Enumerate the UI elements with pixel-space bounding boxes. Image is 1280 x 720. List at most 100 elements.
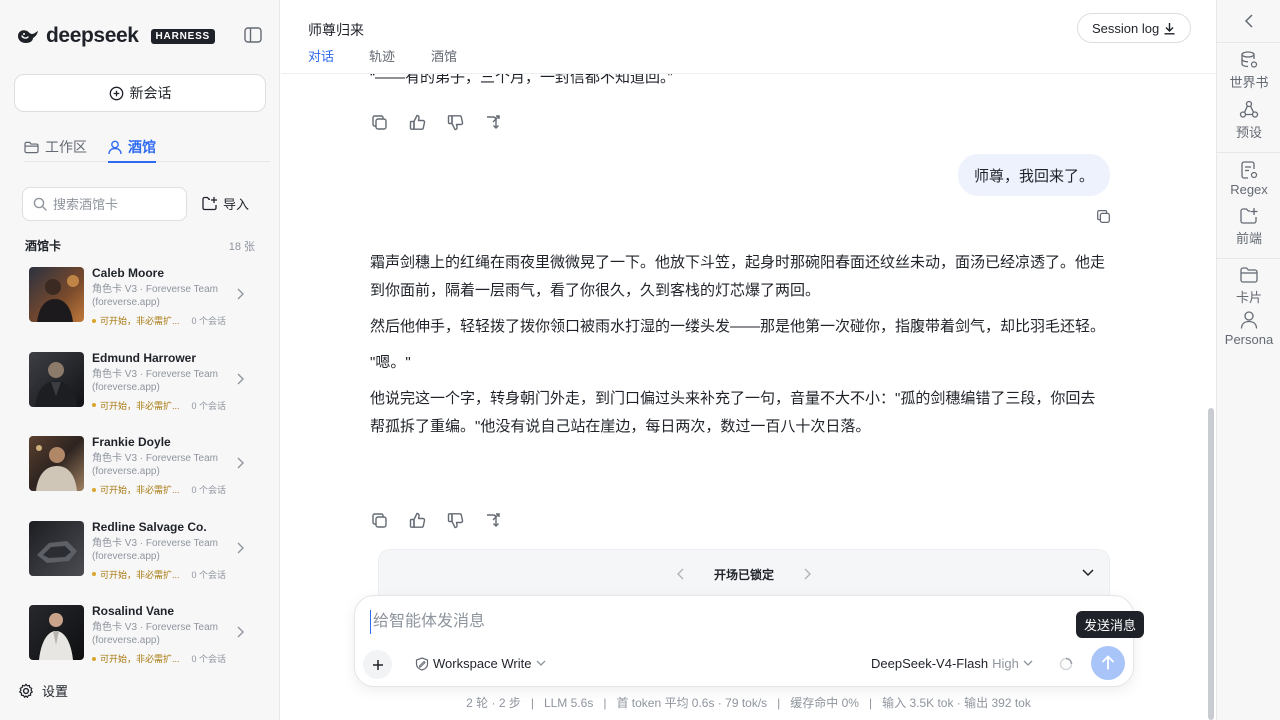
session-log-button[interactable]: Session log: [1077, 13, 1192, 43]
folder-icon: [1240, 267, 1258, 283]
send-tooltip: 发送消息: [1076, 611, 1145, 638]
card-session-count: 0 个会话: [191, 569, 227, 580]
assistant-message: 霜声剑穗上的红绳在雨夜里微微晃了一下。他放下斗笠，起身时那碗阳春面还纹丝未动，面…: [370, 249, 1110, 449]
status-dot: [92, 318, 96, 323]
thumbs-down-button[interactable]: [446, 113, 465, 132]
preset-icon: [1239, 100, 1259, 118]
thumbs-up-button[interactable]: [408, 511, 427, 530]
copy-icon: [372, 115, 387, 130]
card-name: Frankie Doyle: [92, 435, 171, 449]
avatar: [29, 520, 84, 576]
regex-icon: [1241, 161, 1258, 179]
card-session-count: 0 个会话: [191, 654, 227, 664]
rail-item-regex[interactable]: Regex: [1217, 160, 1280, 197]
plus-icon: [372, 659, 383, 670]
assistant-paragraph: "嗯。": [370, 354, 411, 371]
list-item[interactable]: Edmund Harrower 角色卡 V3 · Foreverse Team …: [22, 347, 264, 432]
avatar: [29, 436, 84, 491]
loading-spinner-icon: [1059, 657, 1073, 671]
search-input[interactable]: [53, 196, 173, 212]
mode-dropdown[interactable]: Workspace Write: [415, 656, 546, 671]
settings-label: 设置: [42, 684, 69, 699]
status-dot: [92, 656, 96, 661]
user-icon: [108, 140, 122, 154]
branch-button[interactable]: [484, 113, 503, 132]
chevron-down-icon[interactable]: [1081, 568, 1095, 578]
whale-logo-icon: [18, 30, 38, 43]
sidebar-tabs: 工作区 酒馆: [24, 132, 270, 163]
chevron-left-icon[interactable]: [1243, 14, 1255, 28]
attach-button[interactable]: [363, 650, 392, 679]
sidebar-toggle-icon[interactable]: [244, 27, 262, 43]
send-button[interactable]: [1091, 646, 1125, 680]
stat-separator: |: [530, 696, 534, 710]
folder-icon: [24, 141, 39, 153]
card-name: Rosalind Vane: [92, 604, 175, 618]
rail-item-frontend[interactable]: 前端: [1217, 206, 1280, 247]
chevron-right-icon: [237, 288, 244, 300]
database-icon: [1241, 51, 1258, 68]
import-icon: [202, 196, 217, 211]
rail-item-lorebook[interactable]: 世界书: [1217, 50, 1280, 91]
list-item[interactable]: Redline Salvage Co. 角色卡 V3 · Foreverse T…: [22, 516, 264, 601]
thumbs-up-icon: [409, 114, 426, 130]
stat-separator: |: [777, 696, 781, 710]
message-actions: [370, 113, 503, 132]
person-icon: [1240, 311, 1258, 329]
header-divider-line: [281, 73, 1216, 74]
card-status-text: 可开始，非必需扩...: [100, 485, 180, 495]
chevron-right-icon[interactable]: [803, 568, 811, 580]
stat-separator: |: [868, 696, 873, 710]
rail-item-persona[interactable]: Persona: [1217, 310, 1280, 347]
stat-tokens: 输入 3.5K tok · 输出 392 tok: [882, 696, 1031, 710]
import-button[interactable]: 导入: [202, 194, 249, 213]
session-log-label: Session log: [1092, 20, 1160, 36]
card-status-text: 可开始，非必需扩...: [100, 400, 180, 411]
copy-icon[interactable]: [1095, 208, 1112, 225]
status-dot: [92, 487, 96, 492]
card-meta: 角色卡 V3 · Foreverse Team (foreverse.app): [92, 537, 218, 562]
sidebar: deepseek HARNESS 新会话 工作区 酒馆 搜索酒馆卡 导入 酒馆卡…: [0, 0, 280, 720]
rail-item-label: 世界书: [1229, 75, 1269, 90]
stat-separator: |: [603, 696, 607, 710]
search-icon: [33, 197, 47, 211]
copy-button[interactable]: [370, 113, 389, 132]
tab-workspace[interactable]: 工作区: [24, 132, 87, 162]
new-chat-button[interactable]: 新会话: [14, 74, 266, 112]
brand-name: deepseek: [46, 24, 139, 47]
card-status-text: 可开始，非必需扩...: [100, 654, 180, 664]
chevron-right-icon: [237, 457, 244, 469]
rail-item-preset[interactable]: 预设: [1217, 100, 1280, 141]
user-message-bubble: 师尊，我回来了。: [958, 154, 1111, 196]
card-meta: 角色卡 V3 · Foreverse Team (foreverse.app): [92, 368, 218, 393]
card-name: Redline Salvage Co.: [92, 519, 207, 534]
thumbs-down-button[interactable]: [446, 511, 465, 530]
list-item[interactable]: Rosalind Vane 角色卡 V3 · Foreverse Team (f…: [22, 600, 264, 685]
card-name: Edmund Harrower: [92, 350, 197, 365]
list-item[interactable]: Frankie Doyle 角色卡 V3 · Foreverse Team (f…: [22, 431, 264, 516]
scrollbar-thumb[interactable]: [1208, 408, 1214, 720]
search-field[interactable]: [22, 187, 187, 221]
card-status: 可开始，非必需扩... 0 个会话: [92, 483, 226, 496]
thumbs-up-button[interactable]: [408, 113, 427, 132]
model-dropdown[interactable]: DeepSeek-V4-Flash High: [871, 656, 1033, 671]
avatar: [29, 267, 84, 322]
tab-tavern[interactable]: 酒馆: [108, 132, 156, 163]
card-session-count: 0 个会话: [191, 485, 227, 495]
list-item[interactable]: Caleb Moore 角色卡 V3 · Foreverse Team (for…: [22, 262, 264, 347]
chevron-down-icon: [536, 660, 545, 666]
card-status-text: 可开始，非必需扩...: [100, 569, 180, 580]
frontend-icon: [1240, 208, 1258, 224]
copy-button[interactable]: [370, 511, 389, 530]
settings-button[interactable]: 设置: [18, 681, 68, 700]
branch-button[interactable]: [484, 511, 503, 530]
rail-divider: [1217, 152, 1280, 153]
copy-icon: [372, 513, 387, 528]
brand-logo[interactable]: deepseek HARNESS: [16, 24, 216, 48]
message-input[interactable]: [370, 610, 1060, 634]
import-label: 导入: [223, 197, 250, 212]
effort-label: High: [992, 656, 1019, 671]
rail-item-cards[interactable]: 卡片: [1217, 265, 1280, 306]
plus-circle-icon: [109, 86, 123, 100]
chat-main: 师尊归来 对话 轨迹 酒馆 Session log “——有的弟子，三个月，一封…: [281, 0, 1216, 720]
